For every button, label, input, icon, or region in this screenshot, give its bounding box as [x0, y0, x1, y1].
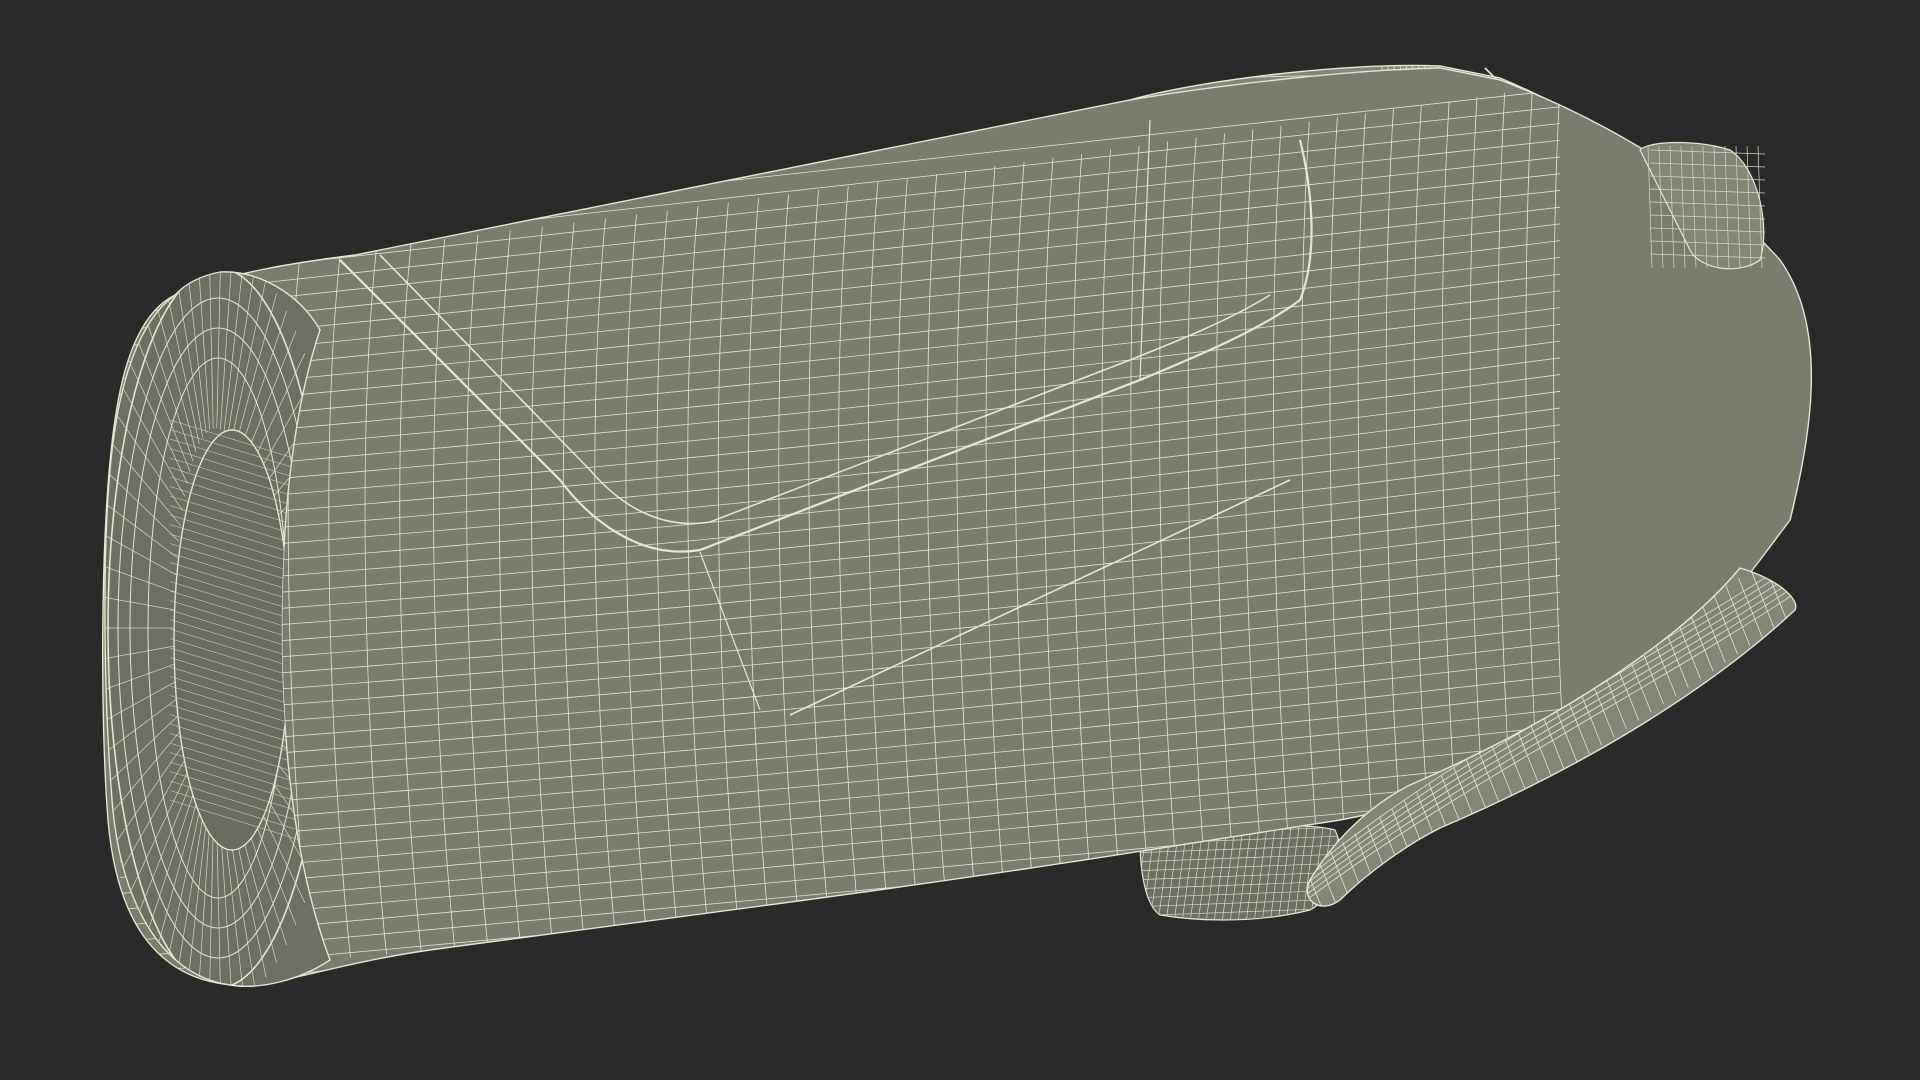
bottle-body: [101, 67, 1813, 987]
wireframe-model: [101, 64, 1813, 987]
render-viewport: [0, 0, 1920, 1080]
